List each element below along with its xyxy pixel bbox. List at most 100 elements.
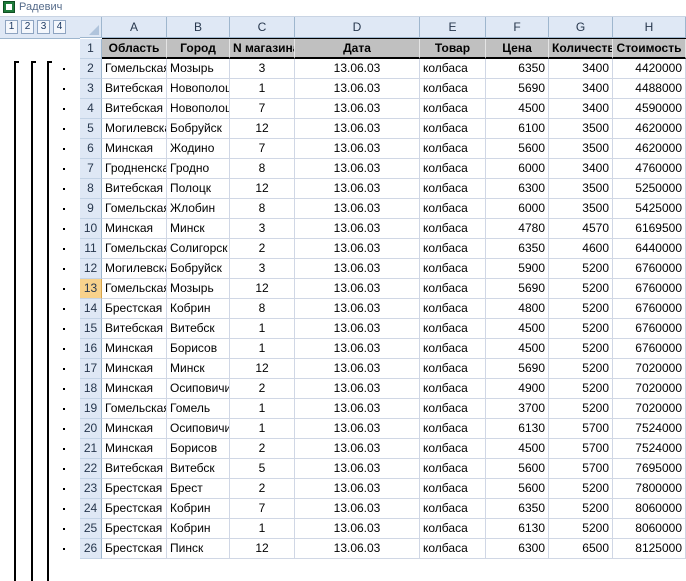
table-cell[interactable]: 13.06.03 — [295, 119, 420, 139]
row-header[interactable]: 10 — [80, 219, 102, 239]
table-cell[interactable]: Гродно — [167, 159, 230, 179]
table-cell[interactable]: 6350 — [486, 499, 549, 519]
outline-group-bracket-level-3[interactable] — [47, 61, 52, 581]
table-cell[interactable]: 4500 — [486, 439, 549, 459]
table-cell[interactable]: колбаса — [420, 419, 486, 439]
table-cell[interactable]: 4590000 — [613, 99, 686, 119]
row-header[interactable]: 12 — [80, 259, 102, 279]
table-cell[interactable]: Витебская — [102, 179, 167, 199]
table-cell[interactable]: колбаса — [420, 399, 486, 419]
table-cell[interactable]: 5 — [230, 459, 295, 479]
table-cell[interactable]: 5200 — [549, 399, 613, 419]
table-cell[interactable]: Кобрин — [167, 299, 230, 319]
table-cell[interactable]: 4488000 — [613, 79, 686, 99]
table-cell[interactable]: 13.06.03 — [295, 339, 420, 359]
table-cell[interactable]: Гомель — [167, 399, 230, 419]
table-cell[interactable]: 7800000 — [613, 479, 686, 499]
table-cell[interactable]: 3700 — [486, 399, 549, 419]
table-cell[interactable]: колбаса — [420, 299, 486, 319]
table-cell[interactable]: 13.06.03 — [295, 279, 420, 299]
table-cell[interactable]: колбаса — [420, 339, 486, 359]
table-cell[interactable]: 13.06.03 — [295, 379, 420, 399]
table-cell[interactable]: Минск — [167, 219, 230, 239]
column-header-b[interactable]: B — [167, 17, 230, 38]
table-cell[interactable]: 7020000 — [613, 359, 686, 379]
table-cell[interactable]: 13.06.03 — [295, 439, 420, 459]
table-cell[interactable]: Кобрин — [167, 499, 230, 519]
table-cell[interactable]: 5200 — [549, 339, 613, 359]
row-header[interactable]: 16 — [80, 339, 102, 359]
table-cell[interactable]: 5600 — [486, 459, 549, 479]
table-cell[interactable]: колбаса — [420, 539, 486, 559]
table-cell[interactable]: 2 — [230, 479, 295, 499]
table-cell[interactable]: Витебская — [102, 459, 167, 479]
row-header[interactable]: 3 — [80, 79, 102, 99]
table-cell[interactable]: 5200 — [549, 359, 613, 379]
table-cell[interactable]: Гомельская — [102, 279, 167, 299]
table-cell[interactable]: 4620000 — [613, 119, 686, 139]
table-cell[interactable]: Солигорск — [167, 239, 230, 259]
table-cell[interactable]: Минская — [102, 419, 167, 439]
table-cell[interactable]: 12 — [230, 119, 295, 139]
table-cell[interactable]: 4780 — [486, 219, 549, 239]
column-header-d[interactable]: D — [295, 17, 420, 38]
table-cell[interactable]: 3400 — [549, 79, 613, 99]
outline-group-bracket-level-2[interactable] — [31, 61, 36, 581]
table-cell[interactable]: 13.06.03 — [295, 219, 420, 239]
table-cell[interactable]: Брестская — [102, 539, 167, 559]
table-cell[interactable]: 6350 — [486, 59, 549, 79]
table-cell[interactable]: Полоцк — [167, 179, 230, 199]
header-cell-f[interactable]: Цена — [486, 39, 549, 59]
table-cell[interactable]: 8125000 — [613, 539, 686, 559]
table-cell[interactable]: колбаса — [420, 519, 486, 539]
table-cell[interactable]: 13.06.03 — [295, 519, 420, 539]
table-cell[interactable]: 13.06.03 — [295, 319, 420, 339]
table-cell[interactable]: 6130 — [486, 519, 549, 539]
table-cell[interactable]: 5250000 — [613, 179, 686, 199]
table-cell[interactable]: 6100 — [486, 119, 549, 139]
table-cell[interactable]: 13.06.03 — [295, 359, 420, 379]
table-cell[interactable]: 5900 — [486, 259, 549, 279]
table-cell[interactable]: 12 — [230, 359, 295, 379]
table-cell[interactable]: 13.06.03 — [295, 459, 420, 479]
table-cell[interactable]: 5200 — [549, 479, 613, 499]
table-cell[interactable]: 3500 — [549, 179, 613, 199]
table-cell[interactable]: 1 — [230, 339, 295, 359]
table-cell[interactable]: колбаса — [420, 219, 486, 239]
table-cell[interactable]: 5200 — [549, 499, 613, 519]
table-cell[interactable]: 4760000 — [613, 159, 686, 179]
table-cell[interactable]: 5700 — [549, 459, 613, 479]
table-cell[interactable]: 5700 — [549, 439, 613, 459]
table-cell[interactable]: 6350 — [486, 239, 549, 259]
row-header[interactable]: 14 — [80, 299, 102, 319]
table-cell[interactable]: Мозырь — [167, 279, 230, 299]
table-cell[interactable]: 13.06.03 — [295, 59, 420, 79]
table-cell[interactable]: колбаса — [420, 119, 486, 139]
table-cell[interactable]: Могилевская — [102, 259, 167, 279]
table-cell[interactable]: Брестская — [102, 479, 167, 499]
row-header[interactable]: 22 — [80, 459, 102, 479]
table-cell[interactable]: 3400 — [549, 99, 613, 119]
table-cell[interactable]: колбаса — [420, 319, 486, 339]
table-cell[interactable]: 6760000 — [613, 299, 686, 319]
table-cell[interactable]: 3 — [230, 219, 295, 239]
table-cell[interactable]: 6130 — [486, 419, 549, 439]
table-cell[interactable]: Осиповичи — [167, 419, 230, 439]
table-cell[interactable]: Жодино — [167, 139, 230, 159]
row-header-1[interactable]: 1 — [80, 39, 102, 59]
row-header[interactable]: 23 — [80, 479, 102, 499]
table-cell[interactable]: Бобруйск — [167, 259, 230, 279]
table-cell[interactable]: Минская — [102, 139, 167, 159]
table-cell[interactable]: 1 — [230, 419, 295, 439]
table-cell[interactable]: 4570 — [549, 219, 613, 239]
table-cell[interactable]: колбаса — [420, 79, 486, 99]
row-header[interactable]: 18 — [80, 379, 102, 399]
table-cell[interactable]: 6169500 — [613, 219, 686, 239]
table-cell[interactable]: 4500 — [486, 339, 549, 359]
table-cell[interactable]: 13.06.03 — [295, 99, 420, 119]
table-cell[interactable]: колбаса — [420, 279, 486, 299]
row-header[interactable]: 15 — [80, 319, 102, 339]
table-cell[interactable]: Мозырь — [167, 59, 230, 79]
table-cell[interactable]: 4800 — [486, 299, 549, 319]
table-cell[interactable]: 5600 — [486, 139, 549, 159]
